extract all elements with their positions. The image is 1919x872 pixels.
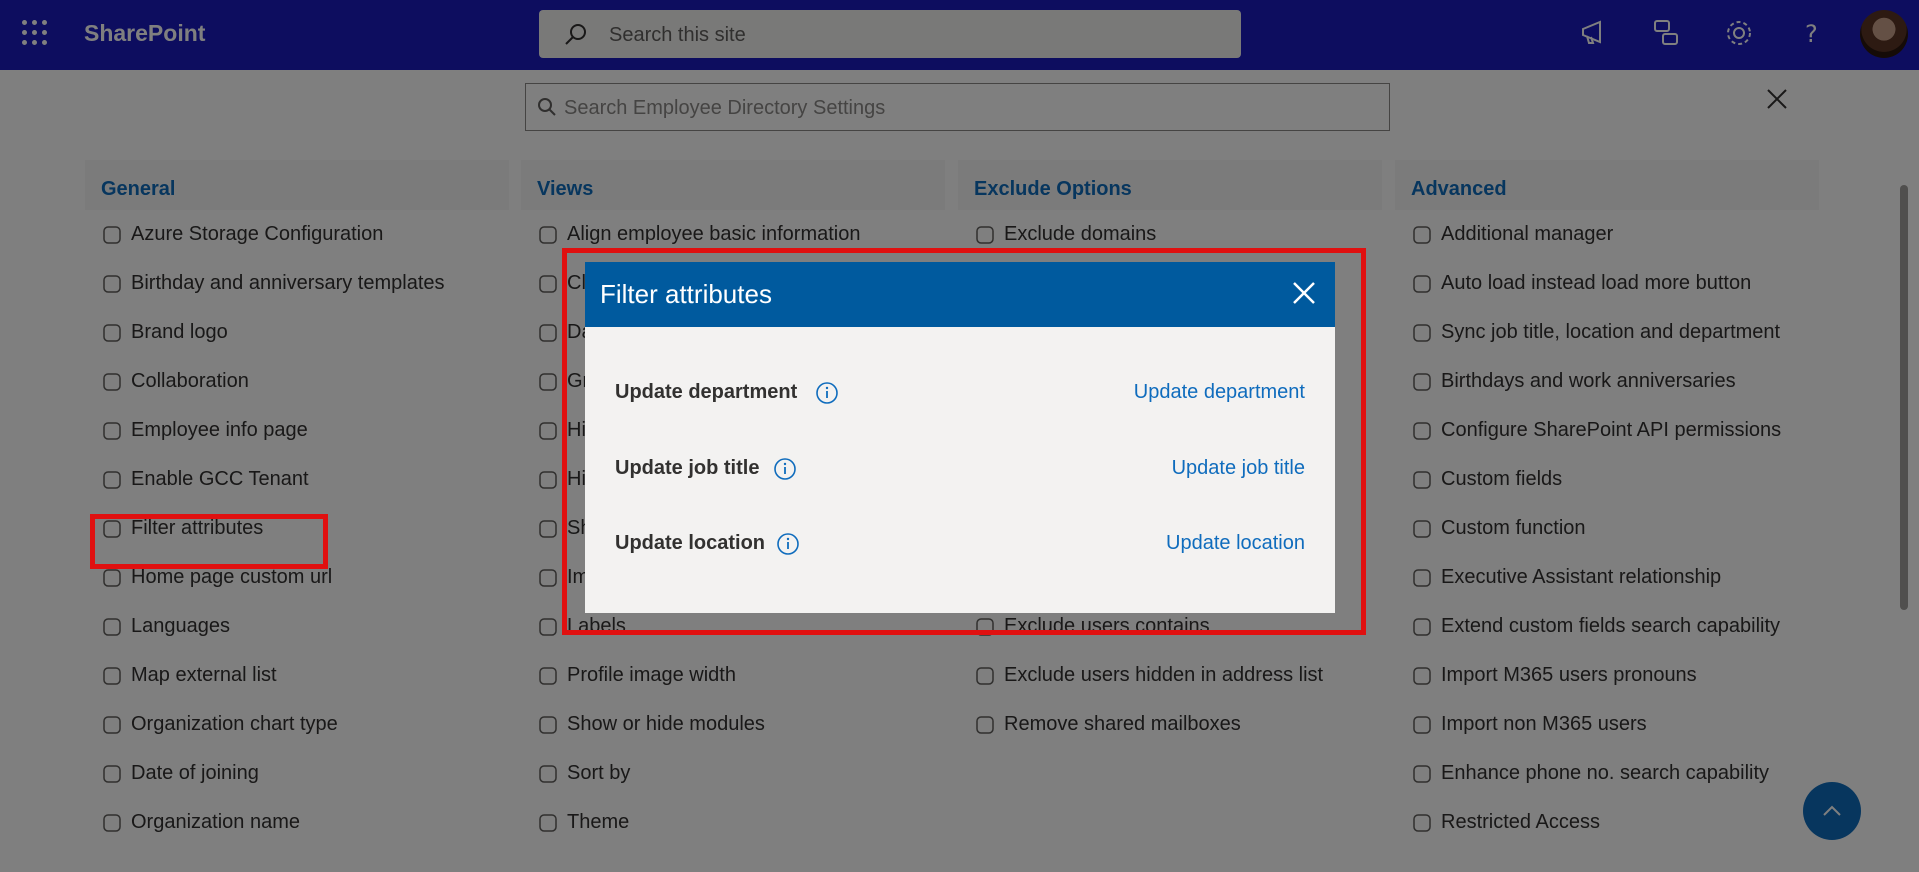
- update-job-title-link[interactable]: Update job title: [1172, 457, 1305, 480]
- dialog-row-job-title: Update job title Update job title: [615, 449, 1305, 489]
- update-department-link[interactable]: Update department: [1134, 381, 1305, 404]
- row-label: Update job title: [615, 457, 760, 479]
- highlight-box: [90, 514, 328, 569]
- filter-attributes-dialog: Filter attributes Update department Upda…: [585, 262, 1335, 613]
- close-icon[interactable]: [1289, 278, 1319, 308]
- info-icon[interactable]: [815, 381, 839, 405]
- row-label: Update department: [615, 381, 798, 403]
- info-icon[interactable]: [776, 532, 800, 556]
- update-location-link[interactable]: Update location: [1166, 532, 1305, 555]
- dialog-row-location: Update location Update location: [615, 524, 1305, 564]
- info-icon[interactable]: [773, 457, 797, 481]
- dialog-title: Filter attributes: [600, 279, 772, 309]
- row-label: Update location: [615, 532, 766, 554]
- dialog-header: Filter attributes: [585, 262, 1335, 327]
- dialog-row-department: Update department Update department: [615, 373, 1305, 413]
